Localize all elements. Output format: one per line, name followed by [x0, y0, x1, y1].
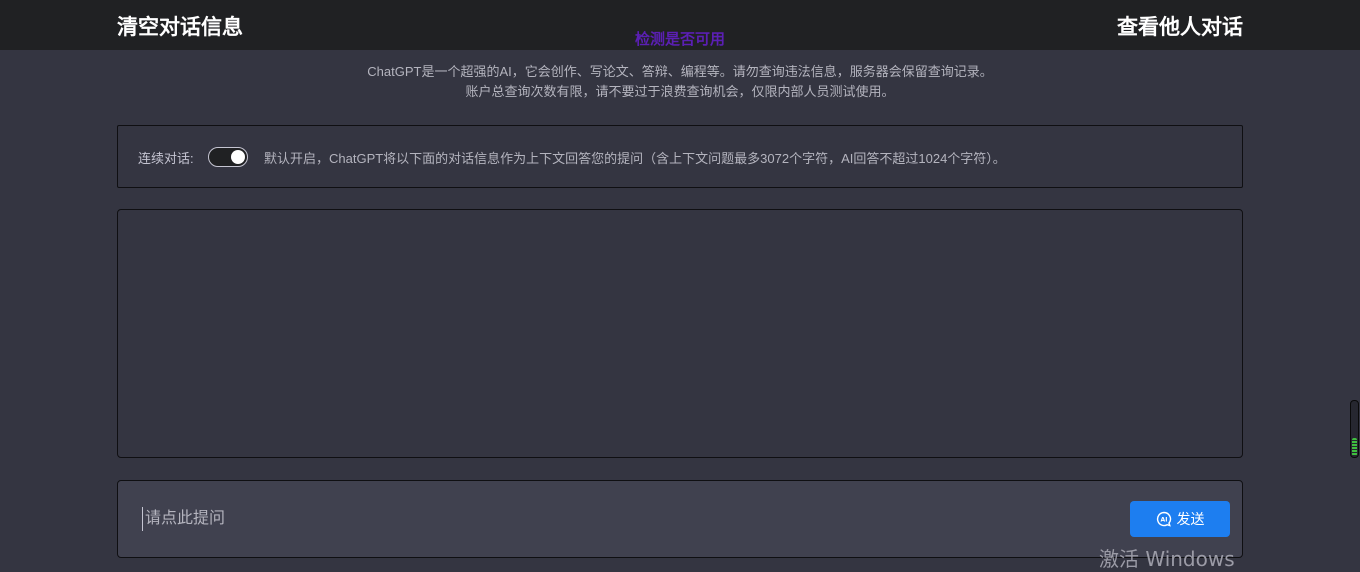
svg-text:AI: AI: [1160, 517, 1167, 524]
ai-chat-icon: AI: [1156, 511, 1172, 527]
question-input[interactable]: [142, 507, 1102, 531]
send-button-label: 发送: [1176, 511, 1205, 527]
continuous-conversation-panel: 连续对话: 默认开启，ChatGPT将以下面的对话信息作为上下文回答您的提问（含…: [117, 125, 1243, 188]
send-button[interactable]: AI 发送: [1130, 501, 1230, 537]
continuous-conversation-toggle[interactable]: [208, 147, 248, 167]
scrollbar-level: [1352, 438, 1357, 456]
conversation-area[interactable]: [117, 209, 1243, 458]
input-panel: AI 发送: [117, 480, 1243, 558]
toggle-knob: [231, 150, 245, 164]
windows-activation-watermark: 激活 Windows: [1099, 547, 1235, 571]
notice-line-1: ChatGPT是一个超强的AI，它会创作、写论文、答辩、编程等。请勿查询违法信息…: [367, 64, 993, 79]
usage-notice: ChatGPT是一个超强的AI，它会创作、写论文、答辩、编程等。请勿查询违法信息…: [0, 62, 1360, 102]
top-bar: 清空对话信息 检测是否可用 查看他人对话: [0, 0, 1360, 50]
view-others-conversation-button[interactable]: 查看他人对话: [1117, 11, 1243, 41]
continuous-conversation-description: 默认开启，ChatGPT将以下面的对话信息作为上下文回答您的提问（含上下文问题最…: [264, 151, 1006, 166]
scrollbar-widget[interactable]: [1350, 400, 1359, 458]
notice-line-2: 账户总查询次数有限，请不要过于浪费查询机会，仅限内部人员测试使用。: [465, 84, 895, 99]
continuous-conversation-label: 连续对话:: [138, 151, 194, 166]
